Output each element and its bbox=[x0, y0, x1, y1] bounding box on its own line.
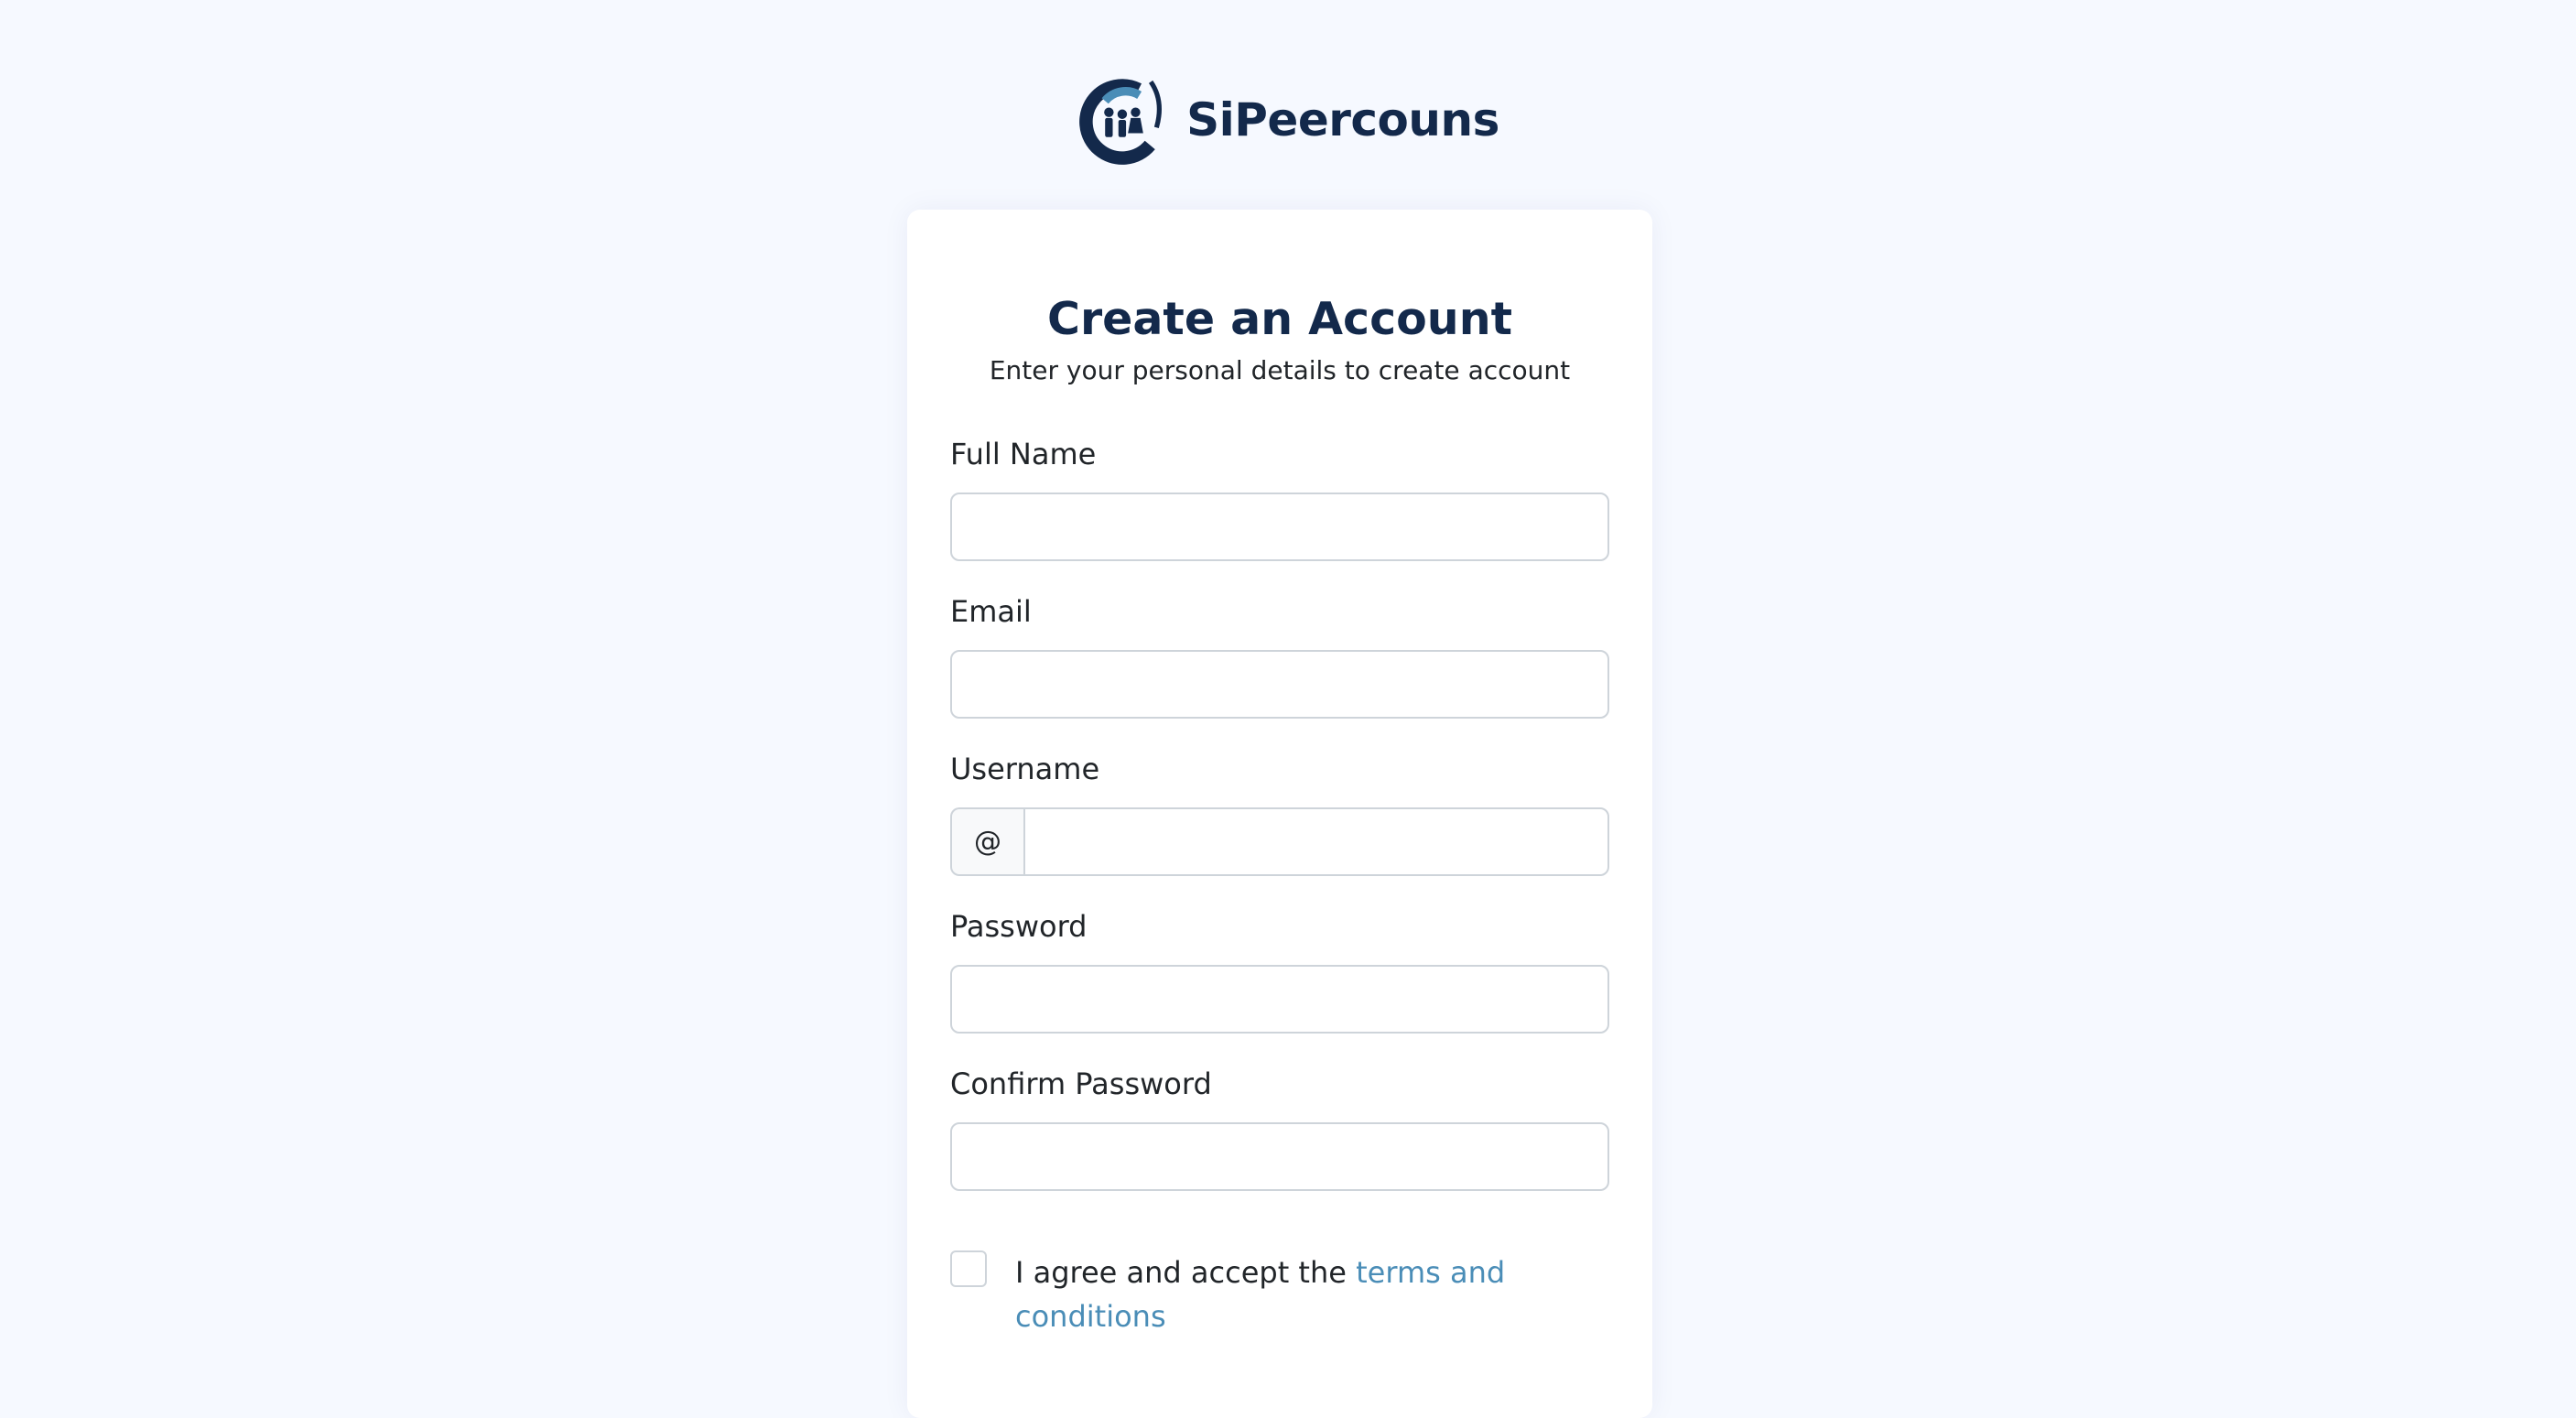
email-label: Email bbox=[950, 594, 1032, 629]
brand-header[interactable]: SiPeercouns bbox=[0, 71, 2576, 168]
full-name-input[interactable] bbox=[950, 493, 1609, 561]
email-input[interactable] bbox=[950, 650, 1609, 719]
password-input[interactable] bbox=[950, 965, 1609, 1034]
brand-name: SiPeercouns bbox=[1186, 93, 1499, 146]
page-subtitle: Enter your personal details to create ac… bbox=[989, 355, 1571, 385]
username-label: Username bbox=[950, 752, 1100, 786]
username-input-group: @ bbox=[950, 807, 1609, 876]
terms-agreement: I agree and accept the terms and conditi… bbox=[1015, 1250, 1528, 1338]
page-title: Create an Account bbox=[1046, 293, 1513, 345]
username-input[interactable] bbox=[1023, 807, 1609, 876]
password-label: Password bbox=[950, 909, 1088, 944]
username-prefix: @ bbox=[950, 807, 1023, 876]
confirm-password-input[interactable] bbox=[950, 1122, 1609, 1191]
confirm-password-label: Confirm Password bbox=[950, 1066, 1212, 1101]
terms-checkbox[interactable] bbox=[950, 1250, 987, 1287]
terms-text: I agree and accept the bbox=[1015, 1255, 1347, 1290]
family-circle-logo-icon bbox=[1079, 79, 1165, 165]
full-name-label: Full Name bbox=[950, 437, 1097, 471]
